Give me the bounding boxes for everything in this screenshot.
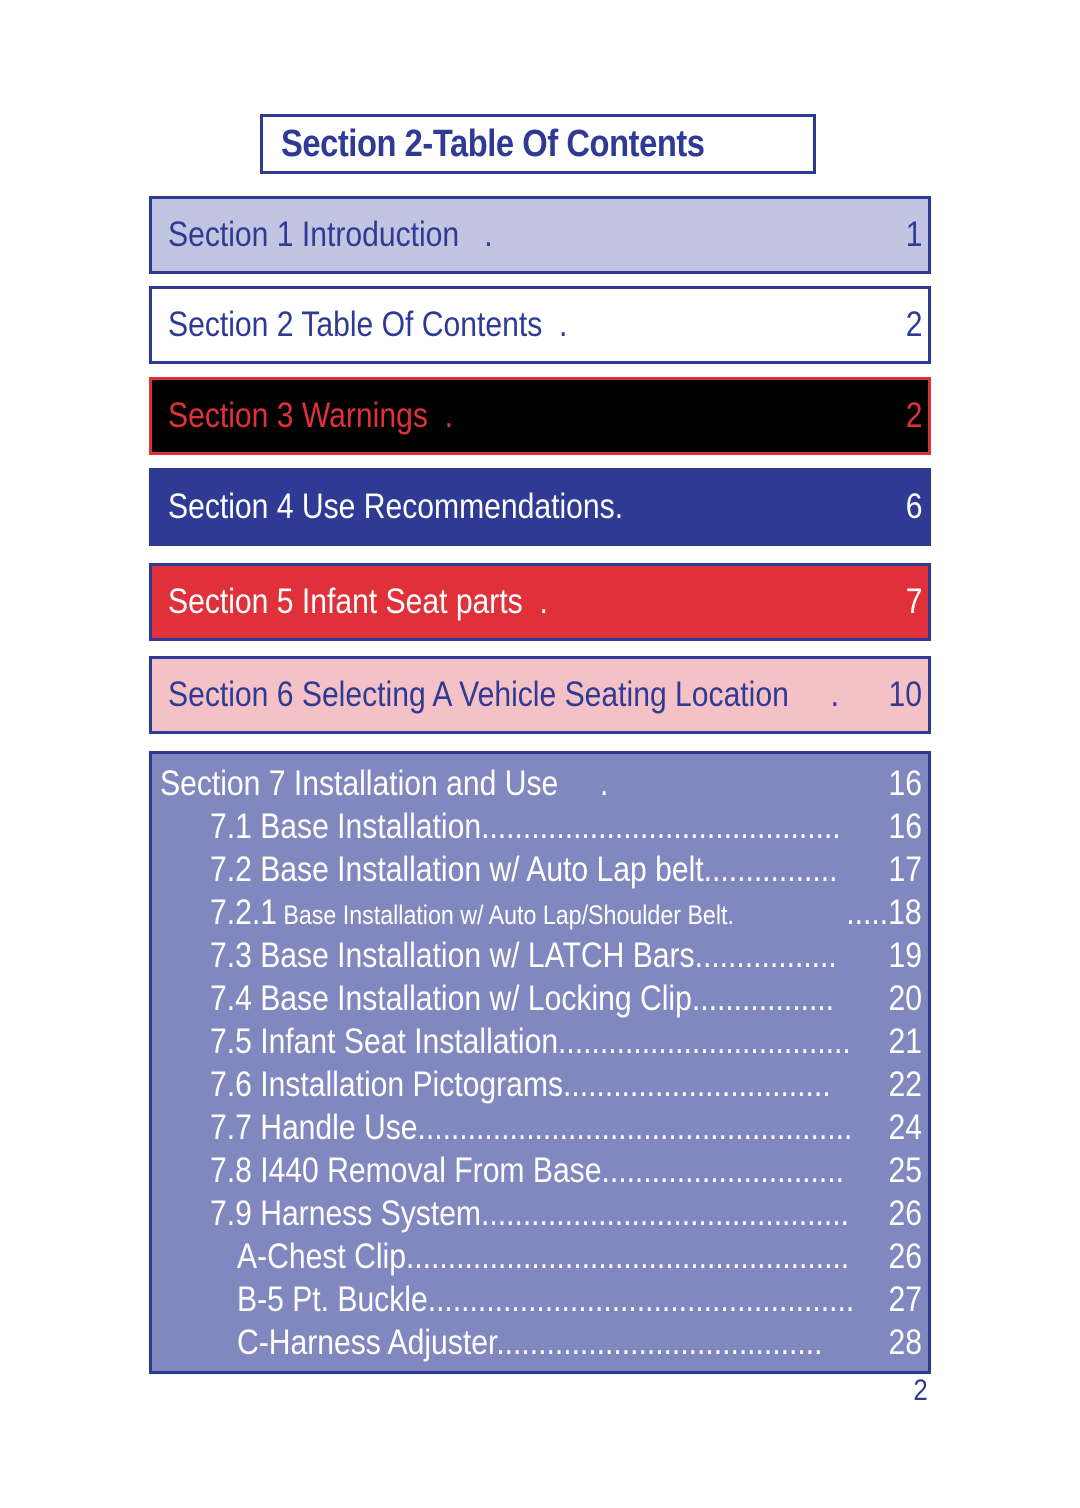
toc-section-label: Section 4 Use Recommendations.: [168, 487, 624, 526]
toc-section-label: Section 5 Infant Seat parts .: [168, 582, 548, 621]
toc-entry[interactable]: 7.4 Base Installation w/ Locking Clip...…: [152, 979, 922, 1022]
toc-entry[interactable]: 7.1 Base Installation...................…: [152, 807, 922, 850]
toc-entry[interactable]: 7.2 Base Installation w/ Auto Lap belt..…: [152, 850, 922, 893]
toc-entry-page: 17: [888, 850, 922, 889]
toc-entry-label: 7.9 Harness System......................…: [210, 1194, 849, 1233]
toc-section-7: Section 7 Installation and Use . 16 7.1 …: [149, 751, 931, 1374]
toc-entry-page: 22: [888, 1065, 922, 1104]
toc-entry[interactable]: B-5 Pt. Buckle..........................…: [152, 1280, 922, 1323]
toc-section-page: 6: [905, 487, 922, 526]
toc-entry-label: 7.4 Base Installation w/ Locking Clip...…: [210, 979, 835, 1018]
toc-entry-label: Section 7 Installation and Use .: [160, 764, 609, 803]
toc-entry-label: C-Harness Adjuster......................…: [237, 1323, 823, 1362]
toc-section-page: 2: [905, 396, 922, 435]
toc-entry-label: 7.3 Base Installation w/ LATCH Bars.....…: [210, 936, 837, 975]
toc-section-page: 7: [905, 582, 922, 621]
toc-entry[interactable]: 7.6 Installation Pictograms.............…: [152, 1065, 922, 1108]
toc-section-label: Section 6 Selecting A Vehicle Seating Lo…: [168, 675, 840, 714]
toc-entry-page: 26: [888, 1194, 922, 1233]
page-title-box: Section 2-Table Of Contents: [260, 114, 816, 174]
toc-entry[interactable]: C-Harness Adjuster......................…: [152, 1323, 922, 1366]
toc-entry-label: B-5 Pt. Buckle..........................…: [237, 1280, 855, 1319]
toc-entry-label: 7.1 Base Installation...................…: [210, 807, 841, 846]
toc-entry-text: Base Installation w/ Auto Lap/Shoulder B…: [276, 900, 734, 930]
toc-entry-page: 27: [888, 1280, 922, 1319]
toc-section-page: 2: [905, 305, 922, 344]
toc-entry-page: 16: [888, 764, 922, 803]
toc-entry-page: .....18: [846, 893, 922, 932]
toc-entry-page: 26: [888, 1237, 922, 1276]
toc-section-label: Section 3 Warnings .: [168, 396, 453, 435]
toc-entry-page: 25: [888, 1151, 922, 1190]
toc-section-2[interactable]: Section 2 Table Of Contents . 2: [149, 286, 931, 364]
toc-entry-number: 7.2.1: [210, 893, 277, 932]
toc-section-7-heading[interactable]: Section 7 Installation and Use . 16: [152, 764, 922, 807]
toc-entry[interactable]: 7.3 Base Installation w/ LATCH Bars.....…: [152, 936, 922, 979]
toc-section-6[interactable]: Section 6 Selecting A Vehicle Seating Lo…: [149, 656, 931, 734]
toc-section-label: Section 2 Table Of Contents .: [168, 305, 568, 344]
toc-entry-label: 7.7 Handle Use..........................…: [210, 1108, 853, 1147]
toc-section-1[interactable]: Section 1 Introduction . 1: [149, 196, 931, 274]
toc-entry-label: 7.5 Infant Seat Installation............…: [210, 1022, 851, 1061]
toc-section-4[interactable]: Section 4 Use Recommendations. 6: [149, 468, 931, 546]
page-number: 2: [913, 1374, 928, 1407]
toc-section-page: 1: [905, 215, 922, 254]
toc-entry-label: 7.6 Installation Pictograms.............…: [210, 1065, 831, 1104]
toc-entry-label: 7.2 Base Installation w/ Auto Lap belt..…: [210, 850, 838, 889]
page-title: Section 2-Table Of Contents: [281, 123, 705, 165]
toc-entry[interactable]: 7.2.1 Base Installation w/ Auto Lap/Shou…: [152, 893, 922, 936]
toc-entry-page: 20: [888, 979, 922, 1018]
toc-entry-page: 24: [888, 1108, 922, 1147]
toc-entry-page: 16: [888, 807, 922, 846]
toc-entry-label: A-Chest Clip............................…: [237, 1237, 850, 1276]
toc-entry[interactable]: 7.9 Harness System......................…: [152, 1194, 922, 1237]
toc-entry-label: 7.8 I440 Removal From Base..............…: [210, 1151, 845, 1190]
toc-entry[interactable]: A-Chest Clip............................…: [152, 1237, 922, 1280]
toc-section-5[interactable]: Section 5 Infant Seat parts . 7: [149, 563, 931, 641]
toc-entry[interactable]: 7.8 I440 Removal From Base..............…: [152, 1151, 922, 1194]
toc-entry[interactable]: 7.7 Handle Use..........................…: [152, 1108, 922, 1151]
toc-entry-page: 19: [888, 936, 922, 975]
toc-entry-page: 28: [888, 1323, 922, 1362]
toc-entry-page: 21: [888, 1022, 922, 1061]
toc-section-page: 10: [888, 675, 922, 714]
toc-entry[interactable]: 7.5 Infant Seat Installation............…: [152, 1022, 922, 1065]
toc-section-label: Section 1 Introduction .: [168, 215, 493, 254]
toc-section-3[interactable]: Section 3 Warnings . 2: [149, 377, 931, 455]
toc-entry-label: 7.2.1 Base Installation w/ Auto Lap/Shou…: [210, 893, 734, 933]
